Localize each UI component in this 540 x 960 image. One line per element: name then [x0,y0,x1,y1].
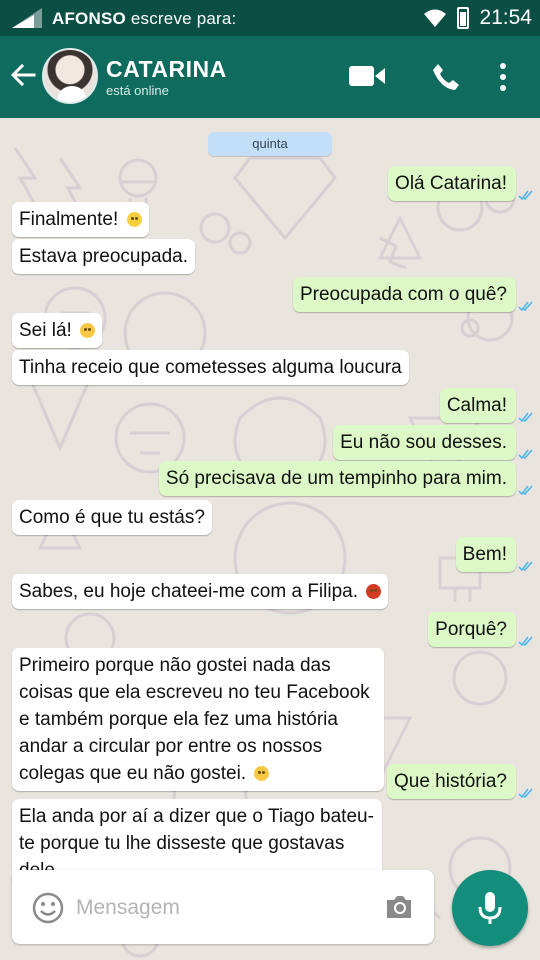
chat-area[interactable]: quinta Olá Catarina! Finalmente! Estava … [0,118,540,960]
message-out[interactable]: Porquê? [428,612,533,647]
message-text: Só precisava de um tempinho para mim. [165,468,507,489]
message-text: Sei lá! [19,320,72,341]
message-out[interactable]: Bem! [455,537,533,572]
back-arrow-icon[interactable] [8,60,38,90]
message-in[interactable]: Tinha receio que cometesses alguma loucu… [12,350,409,385]
read-ticks-icon [518,561,533,571]
message-in[interactable]: Sabes, eu hoje chateei-me com a Filipa. [12,574,389,609]
message-text: Sabes, eu hoje chateei-me com a Filipa. [19,581,359,602]
contact-status: está online [106,83,169,98]
message-text: Porquê? [435,619,507,640]
read-ticks-icon [518,301,533,311]
message-text: Estava preocupada. [19,246,189,267]
message-out[interactable]: Eu não sou desses. [333,425,533,460]
message-in[interactable]: Finalmente! [12,202,149,237]
message-in[interactable]: Primeiro porque não gostei nada das cois… [12,648,384,791]
read-ticks-icon [518,190,533,200]
message-text: Preocupada com o quê? [299,284,507,305]
microphone-button[interactable] [452,870,528,946]
message-out[interactable]: Preocupada com o quê? [292,277,533,312]
message-text: Olá Catarina! [395,173,507,194]
phone-icon[interactable] [431,62,461,92]
message-text: Bem! [462,544,507,565]
message-text: Como é que tu estás? [19,507,205,528]
emoji-icon[interactable] [32,892,64,924]
message-out[interactable]: Olá Catarina! [388,166,533,201]
message-text: Tinha receio que cometesses alguma loucu… [19,357,402,378]
status-text: AFONSO escreve para: [52,9,236,29]
sender-suffix: escreve para: [130,9,237,28]
read-ticks-icon [518,412,533,422]
chat-header: CATARINA está online [0,36,540,118]
status-time: 21:54 [479,6,532,29]
read-ticks-icon [518,636,533,646]
blush-emoji-icon [80,323,96,338]
read-ticks-icon [518,485,533,495]
message-text: Primeiro porque não gostei nada das cois… [19,655,370,784]
microphone-icon [478,892,502,924]
read-ticks-icon [518,788,533,798]
message-composer [12,870,434,944]
battery-icon [457,7,470,29]
more-vert-icon[interactable] [495,62,511,92]
signal-icon [12,8,42,28]
blush-emoji-icon [254,766,270,781]
camera-icon[interactable] [384,894,414,920]
smile-emoji-icon [126,212,142,227]
message-out[interactable]: Que história? [386,764,533,799]
message-text: Eu não sou desses. [340,432,507,453]
message-text: Que história? [393,771,507,792]
video-call-icon[interactable] [348,62,386,90]
wifi-icon [424,9,447,27]
message-out[interactable]: Calma! [439,388,533,423]
message-in[interactable]: Como é que tu estás? [12,500,212,535]
read-ticks-icon [518,449,533,459]
date-separator: quinta [208,132,332,156]
sender-name: AFONSO [52,9,126,28]
contact-name[interactable]: CATARINA [106,56,227,83]
message-text: Calma! [446,395,507,416]
angry-emoji-icon [366,584,382,599]
message-input[interactable] [76,892,376,924]
message-in[interactable]: Estava preocupada. [12,239,196,274]
message-out[interactable]: Só precisava de um tempinho para mim. [158,461,533,496]
message-in[interactable]: Sei lá! [12,313,103,348]
status-bar: AFONSO escreve para: 21:54 [0,0,540,36]
message-text: Finalmente! [19,209,119,230]
avatar[interactable] [42,48,98,104]
